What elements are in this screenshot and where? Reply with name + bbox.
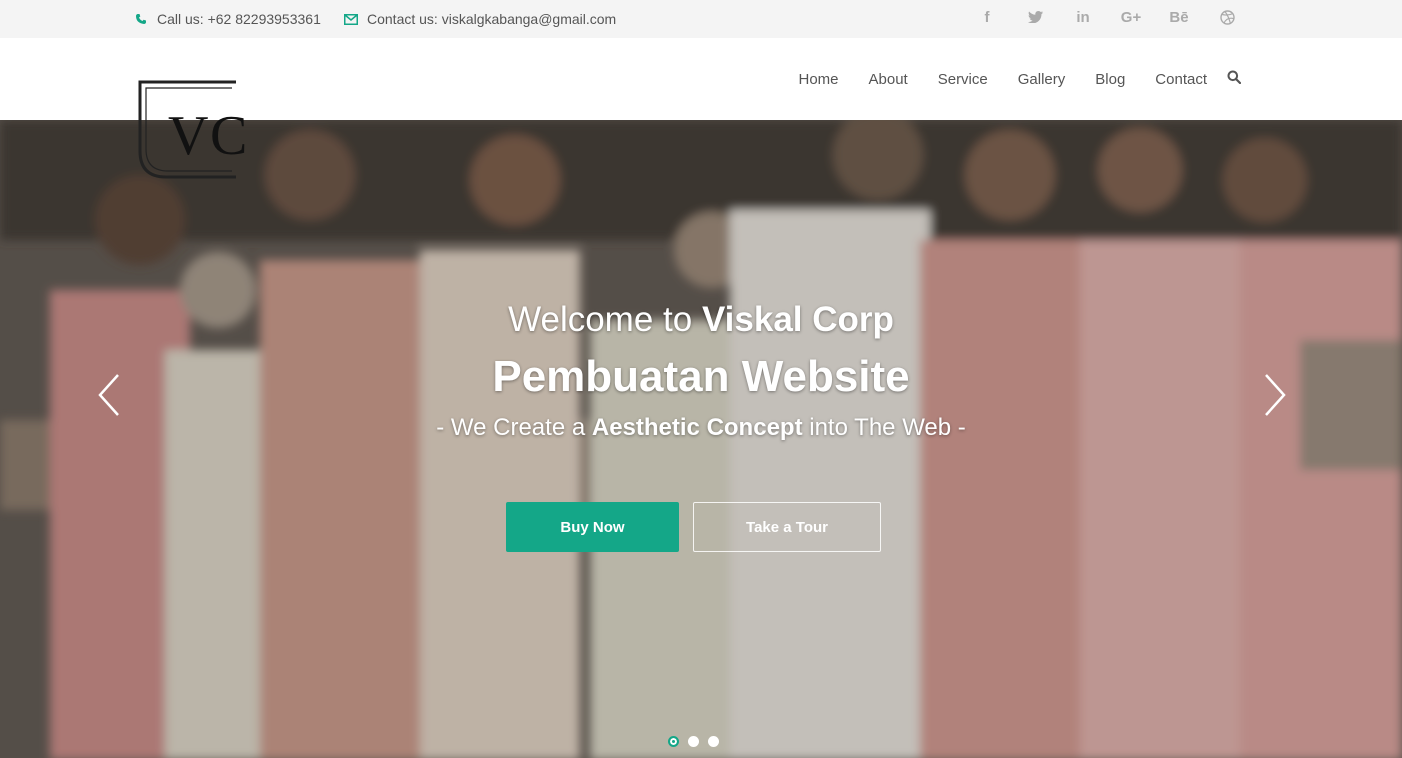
chevron-left-icon[interactable] (94, 372, 124, 418)
site-logo[interactable]: V C (138, 79, 260, 181)
social-links: f in G+ Bē (963, 0, 1251, 34)
nav-service[interactable]: Service (923, 71, 1003, 88)
svg-text:V: V (168, 105, 208, 167)
hero-tagline-pre: - We Create a (436, 414, 586, 441)
behance-icon[interactable]: Bē (1155, 0, 1203, 34)
nav-contact[interactable]: Contact (1140, 71, 1222, 88)
envelope-icon (343, 11, 359, 27)
slider-pagination (668, 736, 719, 747)
hero-tagline-bold: Aesthetic Concept (591, 414, 803, 441)
main-nav: Home About Service Gallery Blog Contact (784, 38, 1242, 120)
buy-now-button[interactable]: Buy Now (506, 502, 679, 552)
hero-welcome: Welcome to Viskal Corp (0, 300, 1402, 340)
nav-gallery[interactable]: Gallery (1003, 71, 1081, 88)
facebook-icon[interactable]: f (963, 0, 1011, 34)
twitter-icon[interactable] (1011, 0, 1059, 34)
hero-welcome-brand: Viskal Corp (701, 300, 894, 339)
slide-dot-3[interactable] (708, 736, 719, 747)
nav-about[interactable]: About (854, 71, 923, 88)
search-icon[interactable] (1227, 70, 1243, 86)
nav-home[interactable]: Home (784, 71, 854, 88)
dribbble-icon[interactable] (1203, 0, 1251, 34)
svg-text:C: C (210, 105, 247, 167)
nav-blog[interactable]: Blog (1080, 71, 1140, 88)
take-a-tour-button[interactable]: Take a Tour (693, 502, 881, 552)
phone-contact[interactable]: Call us: +62 82293953361 (133, 0, 321, 38)
google-plus-icon[interactable]: G+ (1107, 0, 1155, 34)
email-contact[interactable]: Contact us: viskalgkabanga@gmail.com (343, 0, 616, 38)
hero-tagline-post: into The Web - (809, 414, 966, 441)
slide-dot-2[interactable] (688, 736, 699, 747)
chevron-right-icon[interactable] (1260, 372, 1290, 418)
phone-icon (133, 11, 149, 27)
email-text: Contact us: viskalgkabanga@gmail.com (367, 11, 617, 27)
phone-text: Call us: +62 82293953361 (157, 11, 321, 27)
hero-tagline: - We Create a Aesthetic Concept into The… (0, 414, 1402, 442)
hero-slider: Welcome to Viskal Corp Pembuatan Website… (0, 120, 1402, 758)
top-bar: Call us: +62 82293953361 Contact us: vis… (0, 0, 1402, 38)
hero-headline: Pembuatan Website (492, 352, 910, 401)
linkedin-icon[interactable]: in (1059, 0, 1107, 34)
slide-dot-1[interactable] (668, 736, 679, 747)
hero-welcome-prefix: Welcome to (508, 300, 693, 339)
